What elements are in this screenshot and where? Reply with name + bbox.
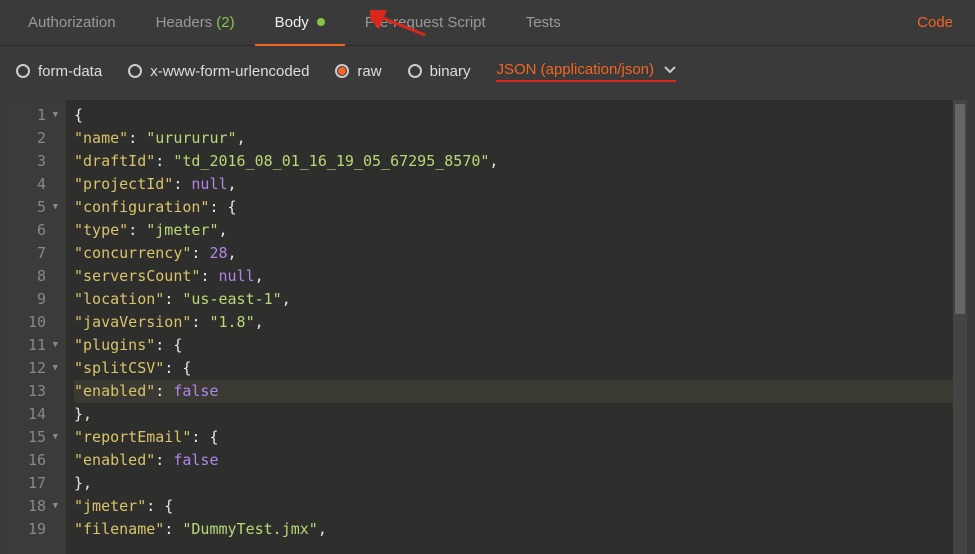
- line-number: 3: [8, 150, 62, 173]
- tab-authorization[interactable]: Authorization: [8, 0, 136, 46]
- code-link[interactable]: Code: [903, 14, 967, 31]
- code-line[interactable]: "projectId": null,: [74, 173, 959, 196]
- code-line[interactable]: "enabled": false: [74, 380, 959, 403]
- fold-icon[interactable]: ▼: [50, 334, 58, 357]
- radio-binary[interactable]: binary: [408, 63, 471, 80]
- radio-label: binary: [430, 63, 471, 80]
- line-number: 6: [8, 219, 62, 242]
- tab-headers-count: (2): [216, 14, 234, 31]
- fold-icon[interactable]: ▼: [50, 495, 58, 518]
- code-line[interactable]: "plugins": {: [74, 334, 959, 357]
- radio-form-data[interactable]: form-data: [16, 63, 102, 80]
- tab-label: Headers: [156, 14, 213, 31]
- radio-label: raw: [357, 63, 381, 80]
- code-line[interactable]: },: [74, 403, 959, 426]
- tab-tests[interactable]: Tests: [506, 0, 581, 46]
- modified-dot-icon: [317, 18, 325, 26]
- radio-icon: [128, 64, 142, 78]
- line-number: 2: [8, 127, 62, 150]
- radio-icon: [16, 64, 30, 78]
- line-number: 10: [8, 311, 62, 334]
- code-line[interactable]: "name": "urururur",: [74, 127, 959, 150]
- code-line[interactable]: "reportEmail": {: [74, 426, 959, 449]
- code-line[interactable]: "type": "jmeter",: [74, 219, 959, 242]
- scrollbar-thumb[interactable]: [955, 104, 965, 314]
- tab-prerequest[interactable]: Pre-request Script: [345, 0, 506, 46]
- code-line[interactable]: "configuration": {: [74, 196, 959, 219]
- code-line[interactable]: "enabled": false: [74, 449, 959, 472]
- line-gutter: 1▼2345▼67891011▼12▼131415▼161718▼19: [8, 100, 66, 554]
- fold-icon[interactable]: ▼: [50, 196, 58, 219]
- code-content[interactable]: {"name": "urururur","draftId": "td_2016_…: [66, 100, 967, 554]
- code-line[interactable]: "jmeter": {: [74, 495, 959, 518]
- code-line[interactable]: },: [74, 472, 959, 495]
- tab-body[interactable]: Body: [255, 0, 345, 46]
- radio-icon: [408, 64, 422, 78]
- tab-headers[interactable]: Headers (2): [136, 0, 255, 46]
- code-line[interactable]: {: [74, 104, 959, 127]
- line-number: 17: [8, 472, 62, 495]
- tab-label: Pre-request Script: [365, 14, 486, 31]
- tab-label: Authorization: [28, 14, 116, 31]
- radio-icon: [335, 64, 349, 78]
- radio-urlencoded[interactable]: x-www-form-urlencoded: [128, 63, 309, 80]
- line-number: 4: [8, 173, 62, 196]
- scrollbar[interactable]: [953, 100, 967, 554]
- code-line[interactable]: "splitCSV": {: [74, 357, 959, 380]
- code-line[interactable]: "filename": "DummyTest.jmx",: [74, 518, 959, 541]
- line-number: 1▼: [8, 104, 62, 127]
- content-type-label: JSON (application/json): [496, 61, 654, 78]
- line-number: 9: [8, 288, 62, 311]
- line-number: 11▼: [8, 334, 62, 357]
- code-line[interactable]: "draftId": "td_2016_08_01_16_19_05_67295…: [74, 150, 959, 173]
- radio-label: x-www-form-urlencoded: [150, 63, 309, 80]
- content-type-dropdown[interactable]: JSON (application/json): [496, 61, 676, 82]
- radio-raw[interactable]: raw: [335, 63, 381, 80]
- line-number: 8: [8, 265, 62, 288]
- code-editor[interactable]: 1▼2345▼67891011▼12▼131415▼161718▼19 {"na…: [8, 100, 967, 554]
- line-number: 5▼: [8, 196, 62, 219]
- fold-icon[interactable]: ▼: [50, 357, 58, 380]
- request-tabs: Authorization Headers (2) Body Pre-reque…: [0, 0, 975, 46]
- line-number: 15▼: [8, 426, 62, 449]
- tab-label: Tests: [526, 14, 561, 31]
- tab-label: Body: [275, 14, 309, 31]
- fold-icon[interactable]: ▼: [50, 426, 58, 449]
- body-type-bar: form-data x-www-form-urlencoded raw bina…: [0, 46, 975, 96]
- line-number: 7: [8, 242, 62, 265]
- chevron-down-icon: [664, 63, 676, 75]
- line-number: 19: [8, 518, 62, 541]
- radio-label: form-data: [38, 63, 102, 80]
- code-line[interactable]: "javaVersion": "1.8",: [74, 311, 959, 334]
- line-number: 16: [8, 449, 62, 472]
- code-line[interactable]: "concurrency": 28,: [74, 242, 959, 265]
- line-number: 18▼: [8, 495, 62, 518]
- code-line[interactable]: "serversCount": null,: [74, 265, 959, 288]
- code-line[interactable]: "location": "us-east-1",: [74, 288, 959, 311]
- code-link-label: Code: [917, 14, 953, 31]
- line-number: 12▼: [8, 357, 62, 380]
- fold-icon[interactable]: ▼: [50, 104, 58, 127]
- line-number: 13: [8, 380, 62, 403]
- line-number: 14: [8, 403, 62, 426]
